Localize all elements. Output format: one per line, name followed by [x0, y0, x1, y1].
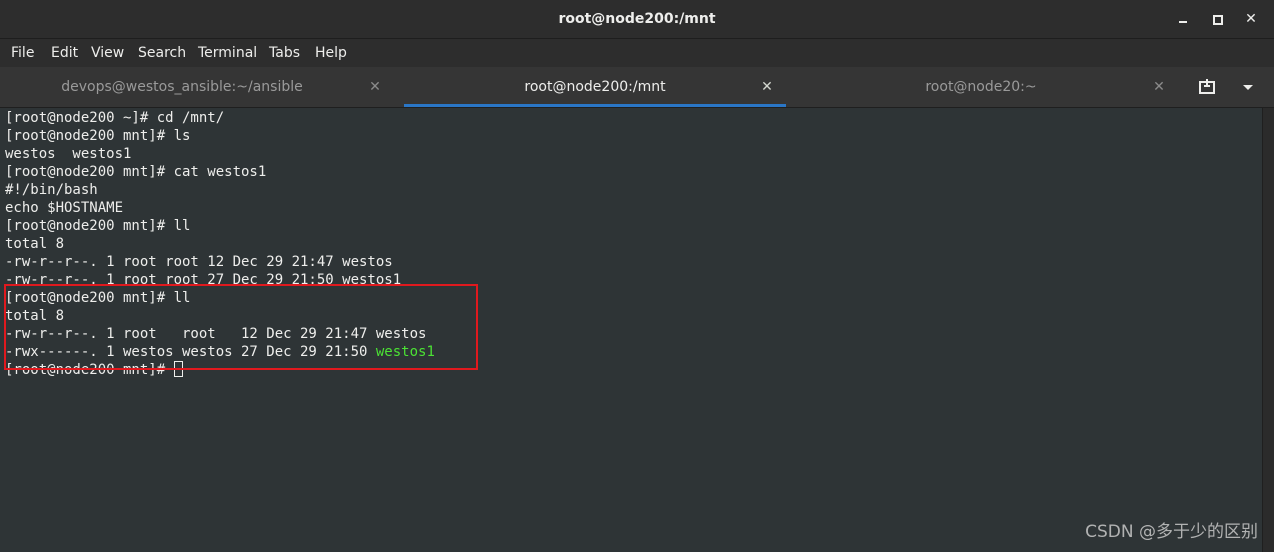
tab-root-node200-mnt[interactable]: root@node200:/mnt ✕	[404, 67, 786, 107]
menu-bar: File Edit View Search Terminal Tabs Help	[0, 39, 1274, 67]
terminal-line: -rwx------. 1 westos westos 27 Dec 29 21…	[5, 343, 435, 361]
terminal-scrollbar[interactable]	[1262, 108, 1274, 552]
tab-label: root@node200:/mnt	[524, 79, 666, 95]
tab-indicator	[0, 104, 404, 107]
terminal-line: westos westos1	[5, 146, 132, 162]
window-title: root@node200:/mnt	[558, 11, 716, 27]
menu-view[interactable]: View	[91, 39, 124, 67]
tab-root-node20[interactable]: root@node20:~ ✕	[786, 67, 1176, 107]
minimize-icon	[1179, 21, 1187, 23]
terminal-line: total 8	[5, 308, 65, 324]
active-tab-indicator	[404, 104, 786, 107]
executable-filename: westos1	[375, 344, 435, 360]
terminal-line: -rw-r--r--. 1 root root 27 Dec 29 21:50 …	[5, 272, 402, 288]
terminal-line: echo $HOSTNAME	[5, 200, 124, 216]
menu-search[interactable]: Search	[138, 39, 186, 67]
tab-close-icon[interactable]: ✕	[366, 78, 384, 96]
terminal-window: root@node200:/mnt ✕ File Edit View Searc…	[0, 0, 1274, 552]
text-cursor	[173, 361, 183, 377]
maximize-icon	[1213, 15, 1223, 25]
terminal-line: [root@node200 mnt]# cat westos1	[5, 164, 267, 180]
terminal-line: [root@node200 mnt]# ll	[5, 290, 191, 306]
terminal-prompt-line: [root@node200 mnt]#	[5, 361, 183, 379]
terminal-line: total 8	[5, 236, 65, 252]
tabs-menu-button[interactable]	[1240, 79, 1256, 95]
menu-terminal[interactable]: Terminal	[198, 39, 257, 67]
tab-label: devops@westos_ansible:~/ansible	[61, 79, 303, 95]
chevron-down-icon	[1243, 85, 1253, 90]
terminal-prompt: [root@node200 mnt]#	[5, 362, 174, 378]
maximize-button[interactable]	[1206, 8, 1228, 30]
terminal-line-text: -rwx------. 1 westos westos 27 Dec 29 21…	[5, 344, 376, 360]
terminal-line: [root@node200 ~]# cd /mnt/	[5, 110, 225, 126]
terminal-line: -rw-r--r--. 1 root root 12 Dec 29 21:47 …	[5, 326, 427, 342]
title-bar[interactable]: root@node200:/mnt ✕	[0, 0, 1274, 39]
menu-file[interactable]: File	[11, 39, 34, 67]
menu-tabs[interactable]: Tabs	[269, 39, 300, 67]
terminal-output[interactable]: [root@node200 ~]# cd /mnt/ [root@node200…	[0, 108, 1262, 552]
terminal-line: [root@node200 mnt]# ll	[5, 218, 191, 234]
tab-close-icon[interactable]: ✕	[758, 78, 776, 96]
close-icon: ✕	[1245, 11, 1257, 27]
watermark: CSDN @多于少的区别	[1085, 522, 1258, 542]
menu-edit[interactable]: Edit	[51, 39, 78, 67]
terminal-line: -rw-r--r--. 1 root root 12 Dec 29 21:47 …	[5, 254, 393, 270]
tab-close-icon[interactable]: ✕	[1150, 78, 1168, 96]
terminal-line: [root@node200 mnt]# ls	[5, 128, 191, 144]
tab-devops-ansible[interactable]: devops@westos_ansible:~/ansible ✕	[0, 67, 404, 107]
tab-bar: devops@westos_ansible:~/ansible ✕ root@n…	[0, 67, 1274, 108]
menu-help[interactable]: Help	[315, 39, 347, 67]
close-window-button[interactable]: ✕	[1240, 8, 1262, 30]
tab-indicator	[786, 104, 1176, 107]
terminal-line: #!/bin/bash	[5, 182, 98, 198]
new-tab-button[interactable]	[1196, 78, 1220, 96]
tab-label: root@node20:~	[925, 79, 1037, 95]
minimize-button[interactable]	[1172, 8, 1194, 30]
new-tab-icon	[1199, 79, 1215, 94]
